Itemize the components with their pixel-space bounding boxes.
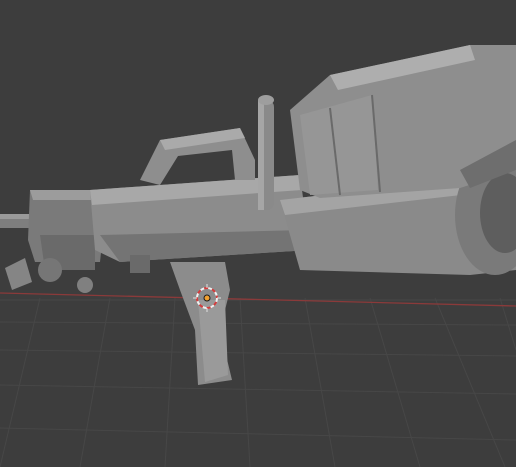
rifle-mesh[interactable]	[0, 45, 516, 385]
object-origin-icon	[203, 294, 211, 302]
viewport-canvas[interactable]	[0, 0, 516, 467]
floor-grid	[0, 297, 516, 467]
3d-viewport[interactable]	[0, 0, 516, 467]
